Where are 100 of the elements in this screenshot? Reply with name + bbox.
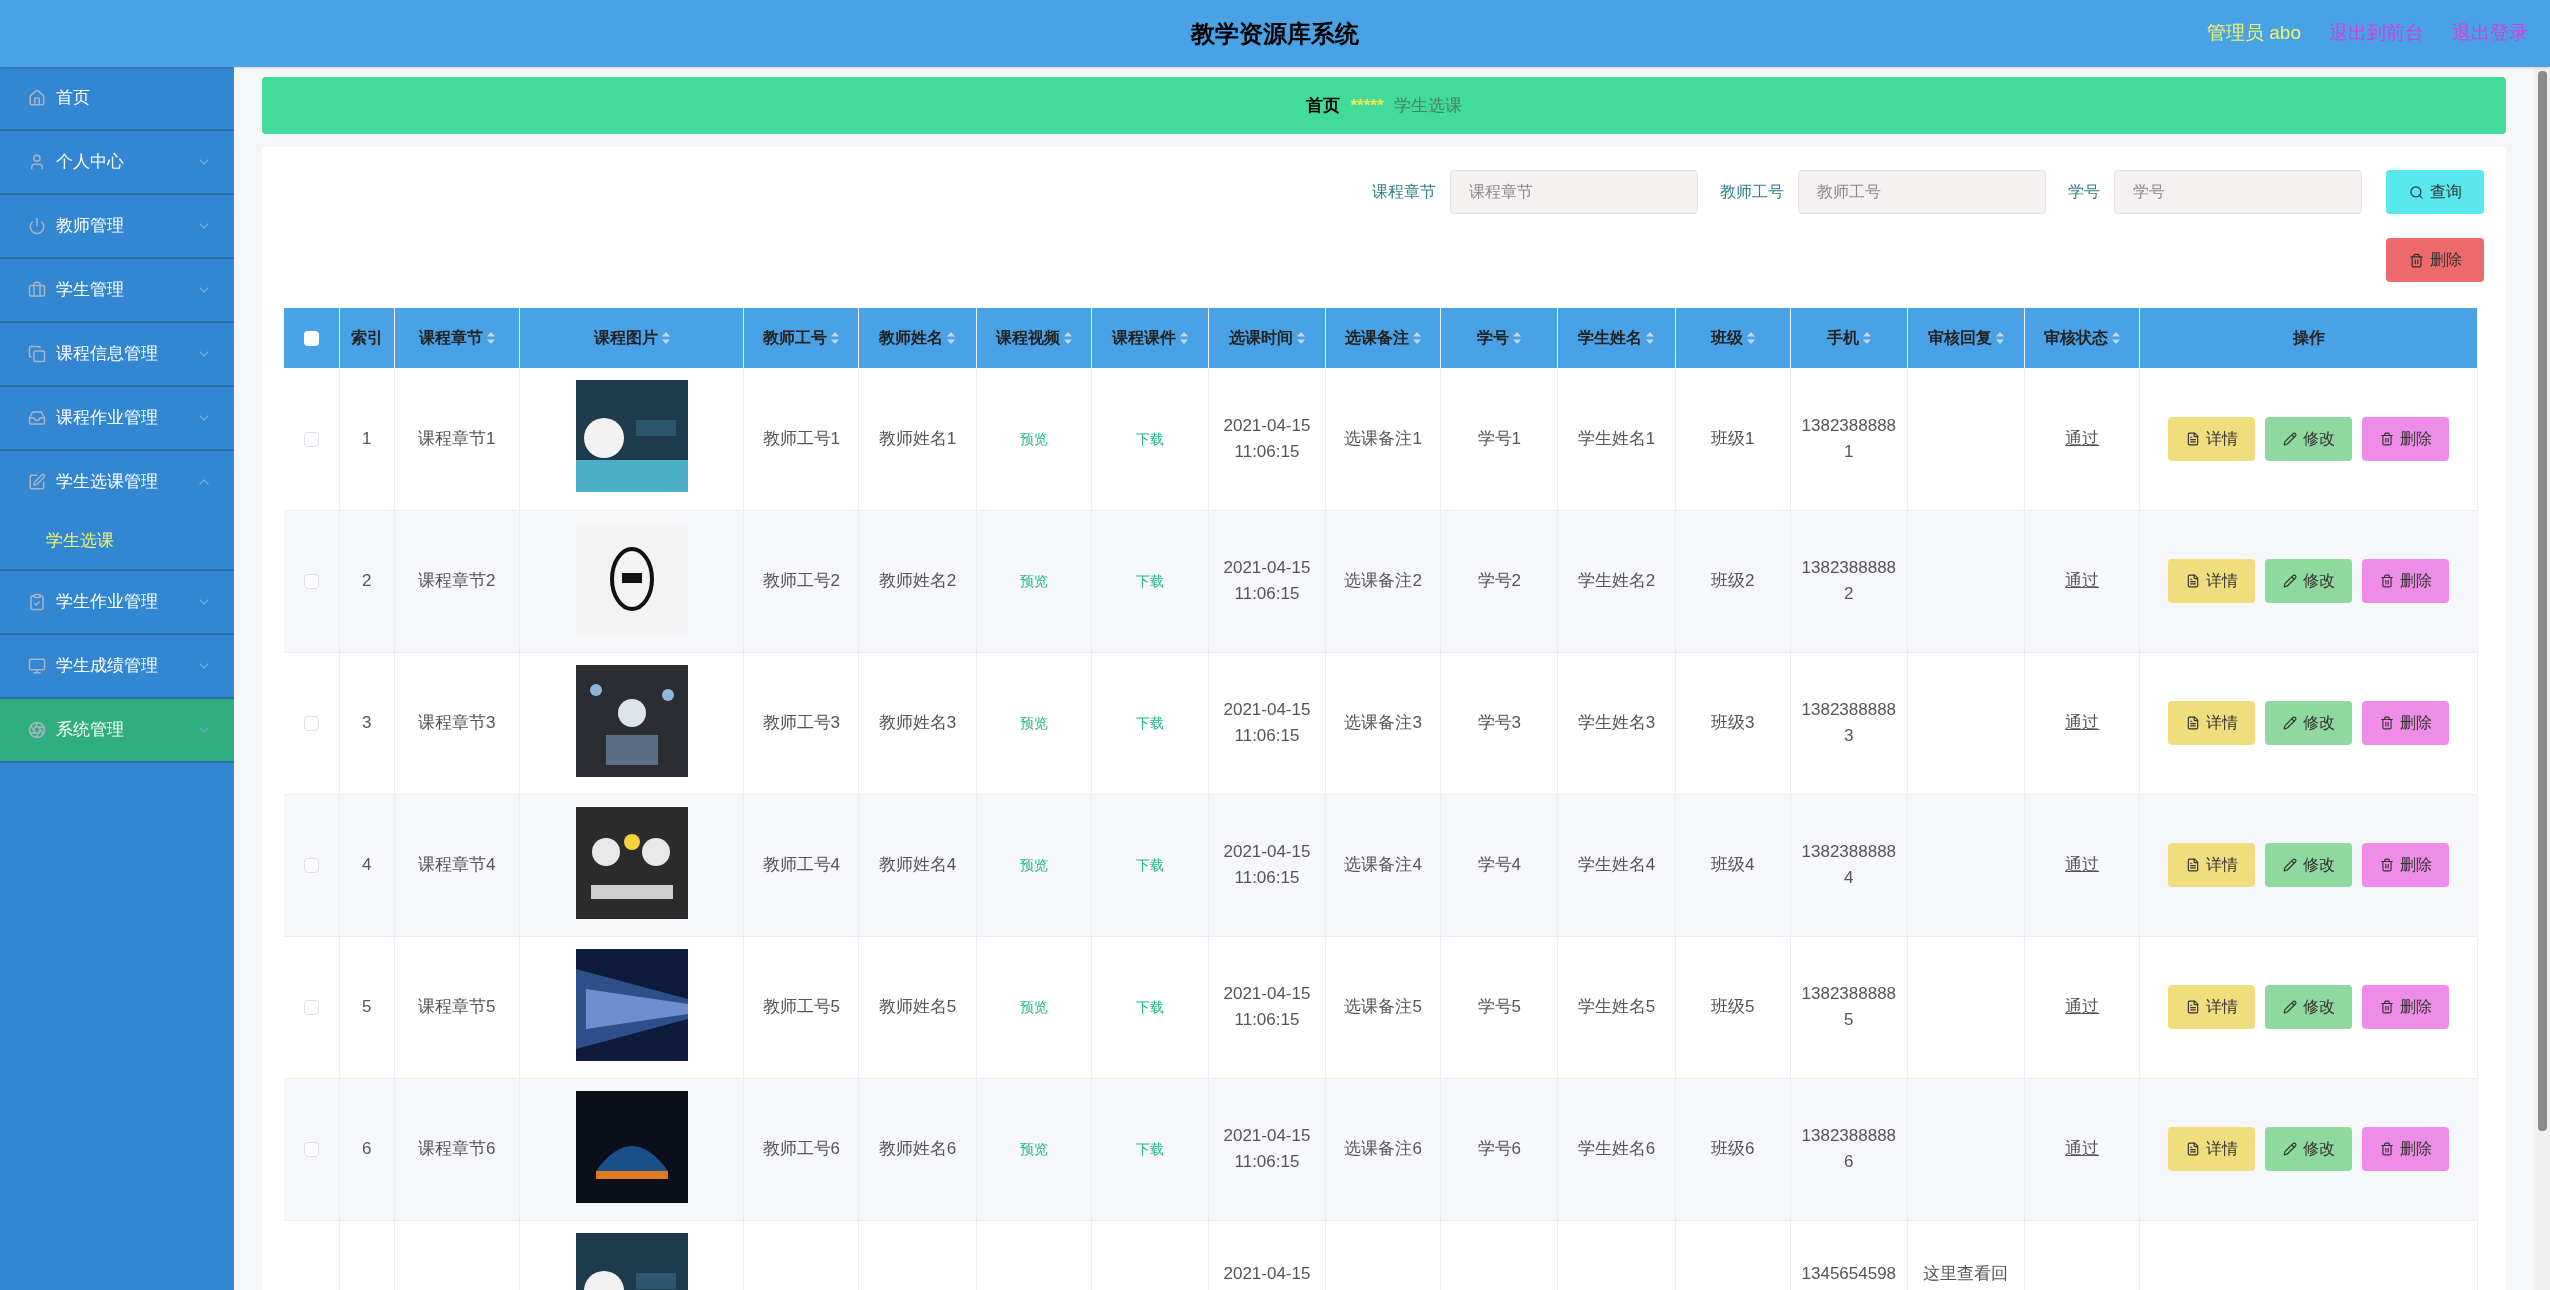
student-id-cell-text: 学号5 <box>1477 996 1522 1019</box>
remark-cell-text: 选课备注2 <box>1344 570 1422 593</box>
status-cell-text: 通过 <box>2065 712 2100 735</box>
sort-icon[interactable] <box>1862 331 1871 345</box>
search-button[interactable]: 查询 <box>2386 170 2484 214</box>
class-cell-text: 班级6 <box>1710 1138 1755 1161</box>
teacher-name-cell-text: 教师姓名1 <box>878 428 957 450</box>
trash-icon <box>2379 431 2394 446</box>
sort-icon[interactable] <box>1413 331 1422 345</box>
search-field[interactable]: 教师工号 <box>1798 170 2046 214</box>
status-cell-text: 通过 <box>2065 996 2100 1019</box>
detail-button[interactable]: 详情 <box>2168 843 2256 887</box>
delete-button[interactable]: 删除 <box>2362 1127 2450 1171</box>
pen-square-icon <box>28 473 46 491</box>
delete-button[interactable]: 删除 <box>2362 843 2450 887</box>
search-field[interactable]: 学号 <box>2114 170 2362 214</box>
sort-icon[interactable] <box>947 331 956 345</box>
teacher-id-cell-text: 教师工号1 <box>762 428 840 450</box>
time-cell-text: 2021-04-15 11:06:15 <box>1222 699 1312 747</box>
row-checkbox[interactable] <box>303 1142 319 1158</box>
delete-button[interactable]: 删除 <box>2362 416 2450 461</box>
class-cell-text: 班级4 <box>1710 854 1755 877</box>
sort-icon[interactable] <box>486 331 495 345</box>
trash-icon <box>2379 574 2394 588</box>
edit-button[interactable]: 修改 <box>2265 559 2353 603</box>
teacher-name-cell-text: 教师姓名4 <box>878 854 957 877</box>
phone-cell-text: 13823888886 <box>1800 1125 1897 1173</box>
sort-icon[interactable] <box>831 331 840 345</box>
student-name-cell-text: 学生姓名3 <box>1577 712 1656 735</box>
field-label: 教师工号 <box>1720 182 1784 202</box>
sort-icon[interactable] <box>1179 331 1188 345</box>
row-checkbox[interactable] <box>303 1000 319 1016</box>
power-icon <box>28 217 46 235</box>
sidebar-subitem[interactable]: 学生选课 <box>0 513 234 569</box>
teacher-id-cell-text: 教师工号5 <box>762 996 840 1019</box>
row-checkbox[interactable] <box>303 716 319 732</box>
inbox-icon <box>28 409 46 427</box>
sort-icon[interactable] <box>1996 331 2004 345</box>
teacher-id-cell-text: 教师工号3 <box>762 712 840 735</box>
index-cell-text: 5 <box>361 996 372 1019</box>
sort-icon[interactable] <box>2112 331 2121 345</box>
row-checkbox[interactable] <box>303 432 319 447</box>
delete-button[interactable]: 删除 <box>2386 238 2484 282</box>
sidebar-item[interactable]: 学生作业管理 <box>0 571 234 633</box>
sidebar-item[interactable]: 学生选课管理 <box>0 451 234 513</box>
sidebar-item[interactable]: 个人中心 <box>0 131 234 193</box>
status-cell-text: 通过 <box>2065 428 2100 450</box>
phone-cell-text: 13823888882 <box>1800 557 1897 605</box>
sort-icon[interactable] <box>1513 331 1522 345</box>
home-icon <box>28 89 46 107</box>
sort-icon[interactable] <box>1296 331 1305 345</box>
student-id-cell-text: 学号3 <box>1477 712 1522 735</box>
detail-button[interactable]: 详情 <box>2168 985 2256 1029</box>
sort-icon[interactable] <box>661 331 670 345</box>
time-cell-text: 2021-04-15 11:06:15 <box>1222 841 1312 889</box>
trash-icon <box>2379 1142 2394 1156</box>
search-field[interactable]: 课程章节 <box>1450 170 1698 214</box>
select-all-checkbox[interactable] <box>303 331 319 347</box>
detail-button[interactable]: 详情 <box>2168 1127 2256 1171</box>
sort-icon[interactable] <box>1646 331 1655 345</box>
edit-button[interactable]: 修改 <box>2265 843 2353 887</box>
copy-icon <box>28 345 46 363</box>
edit-button[interactable]: 修改 <box>2265 1127 2353 1171</box>
edit-button[interactable]: 修改 <box>2265 701 2353 745</box>
detail-button[interactable]: 详情 <box>2168 701 2256 745</box>
teacher-name-cell-text: 教师姓名6 <box>878 1138 957 1161</box>
remark-cell-text: 选课备注4 <box>1344 854 1422 877</box>
row-checkbox[interactable] <box>303 574 319 590</box>
row-checkbox[interactable] <box>303 858 319 874</box>
document-icon <box>2185 716 2200 730</box>
student-id-cell-text: 学号1 <box>1477 428 1522 450</box>
sidebar-item[interactable]: 学生管理 <box>0 259 234 321</box>
delete-button[interactable]: 删除 <box>2362 701 2450 745</box>
pencil-icon <box>2282 1142 2297 1156</box>
edit-button[interactable]: 修改 <box>2265 985 2353 1029</box>
chapter-cell-text: 课程章节3 <box>418 712 496 735</box>
sidebar-item[interactable]: 课程作业管理 <box>0 387 234 449</box>
student-id-cell-text: 学号4 <box>1477 854 1522 877</box>
sidebar-item[interactable]: 首页 <box>0 67 234 129</box>
student-id-cell-text: 学号2 <box>1477 570 1522 593</box>
chapter-cell-text: 课程章节2 <box>418 570 496 593</box>
clipboard-check-icon <box>28 593 46 611</box>
teacher-name-cell-text: 教师姓名5 <box>878 996 957 1019</box>
sort-icon[interactable] <box>1063 331 1072 345</box>
student-name-cell-text: 学生姓名5 <box>1577 996 1656 1019</box>
breadcrumb-item[interactable]: 首页 <box>1306 92 1341 119</box>
delete-button[interactable]: 删除 <box>2362 985 2450 1029</box>
phone-cell-text: 13823888883 <box>1800 699 1897 747</box>
sort-icon[interactable] <box>1746 331 1755 345</box>
sidebar-item[interactable]: 教师管理 <box>0 195 234 257</box>
sidebar-item[interactable]: 学生成绩管理 <box>0 635 234 697</box>
class-cell-text: 班级2 <box>1710 570 1755 593</box>
edit-button[interactable]: 修改 <box>2265 416 2353 461</box>
delete-button[interactable]: 删除 <box>2362 559 2450 603</box>
time-cell-text: 2021-04-15 11:06:15 <box>1222 414 1312 463</box>
phone-cell-text: 13823888884 <box>1800 841 1897 889</box>
remark-cell-text: 选课备注3 <box>1344 712 1422 735</box>
sidebar-item[interactable]: 课程信息管理 <box>0 323 234 385</box>
detail-button[interactable]: 详情 <box>2168 416 2256 461</box>
detail-button[interactable]: 详情 <box>2168 559 2256 603</box>
